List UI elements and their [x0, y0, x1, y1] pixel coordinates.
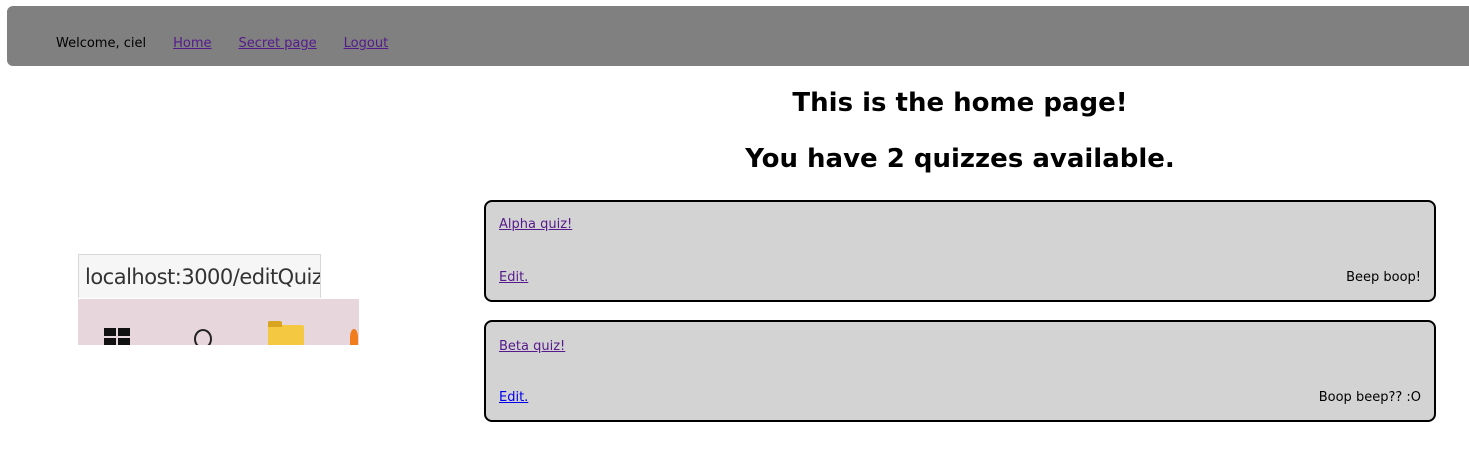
nav-link-logout[interactable]: Logout	[344, 36, 389, 51]
quiz-title-link[interactable]: Alpha quiz!	[499, 217, 572, 232]
welcome-text: Welcome, ciel	[56, 36, 147, 51]
page-title: This is the home page!	[792, 88, 1128, 118]
nav-link-home[interactable]: Home	[173, 36, 211, 51]
nav-link-secret-page[interactable]: Secret page	[239, 36, 317, 51]
quiz-title-link[interactable]: Beta quiz!	[499, 339, 565, 354]
taskbar-image	[78, 299, 359, 345]
edit-quiz-link[interactable]: Edit.	[499, 270, 528, 285]
search-icon	[194, 329, 212, 345]
edit-quiz-link[interactable]: Edit.	[499, 390, 528, 405]
embedded-screenshot: localhost:3000/editQuiz/1	[78, 254, 359, 345]
folder-icon	[268, 321, 304, 345]
windows-icon	[104, 328, 132, 345]
quiz-card: Beta quiz! Edit. Boop beep?? :O	[484, 320, 1436, 422]
quiz-description: Beep boop!	[1346, 270, 1421, 285]
address-bar-image: localhost:3000/editQuiz/1	[78, 254, 321, 298]
nav-links: Welcome, ciel Home Secret page Logout	[56, 36, 415, 51]
quiz-card: Alpha quiz! Edit. Beep boop!	[484, 200, 1436, 302]
top-navbar: Welcome, ciel Home Secret page Logout	[7, 6, 1469, 66]
quiz-count-heading: You have 2 quizzes available.	[745, 144, 1175, 174]
browser-icon	[350, 329, 358, 345]
quiz-description: Boop beep?? :O	[1318, 390, 1421, 405]
